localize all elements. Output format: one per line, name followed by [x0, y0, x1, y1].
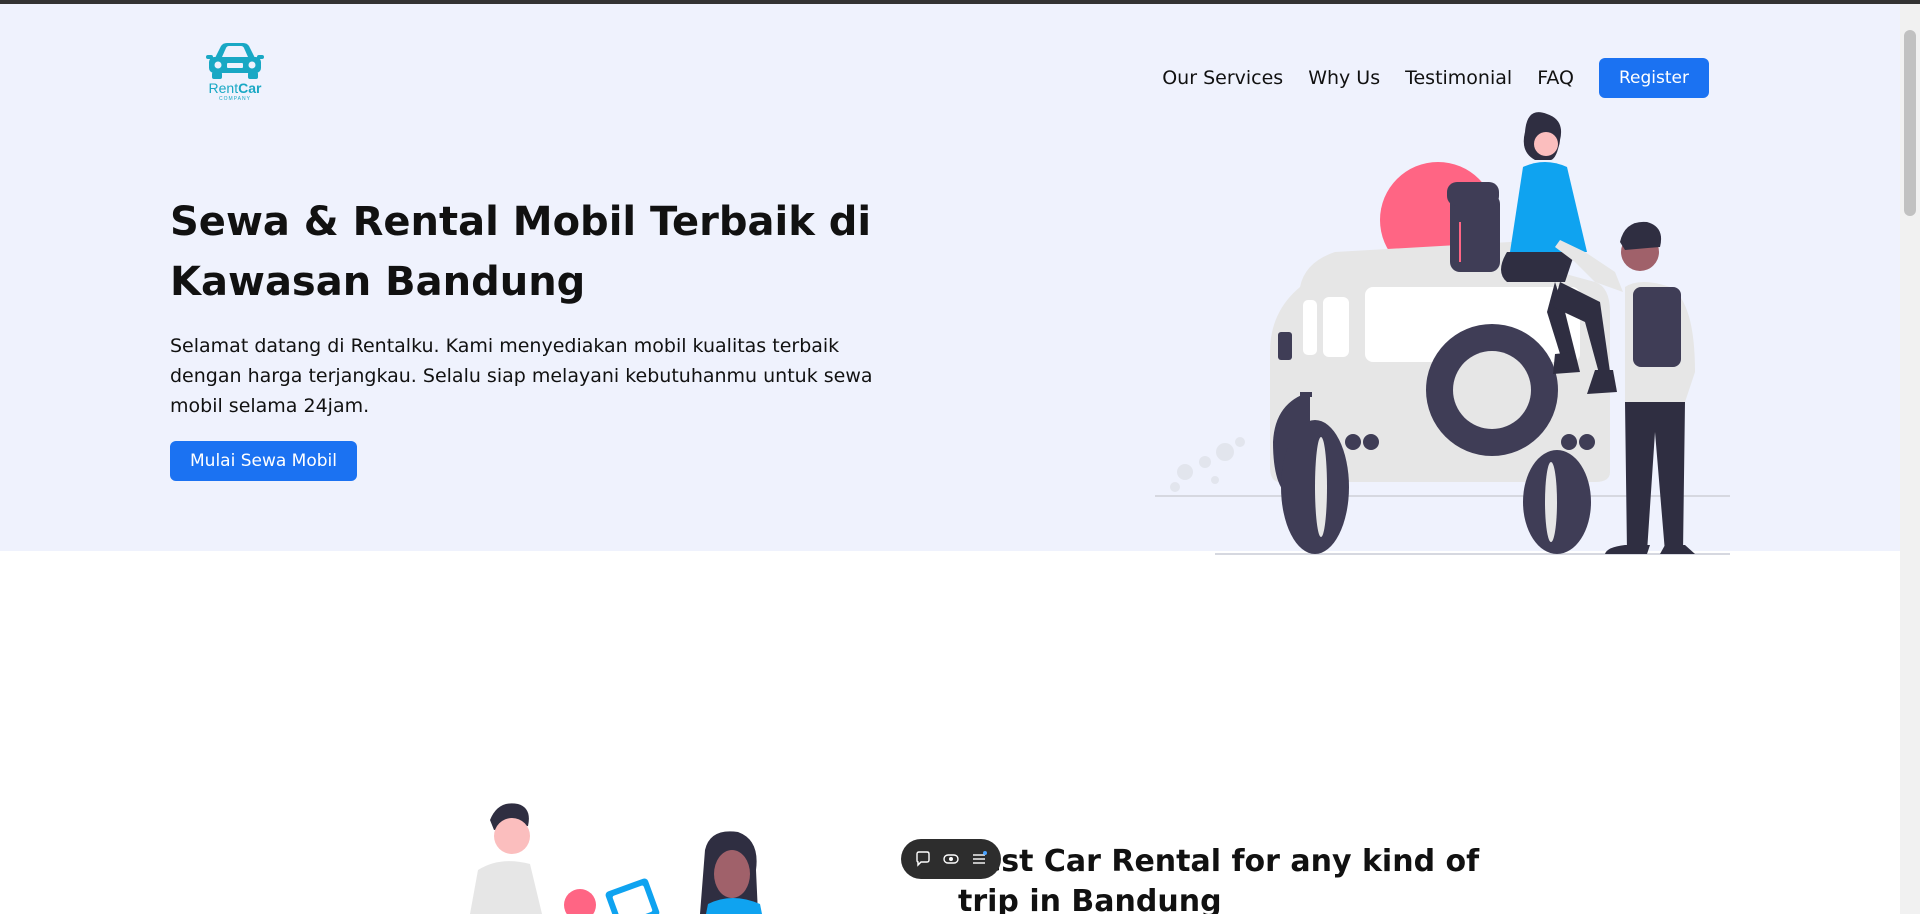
floating-toolbar [901, 839, 1001, 879]
nav-link-our-services[interactable]: Our Services [1162, 67, 1283, 89]
hero-title: Sewa & Rental Mobil Terbaik di Kawasan B… [170, 199, 872, 305]
nav-link-testimonial[interactable]: Testimonial [1405, 67, 1512, 89]
brand-name: RentCar [208, 80, 262, 96]
chat-icon[interactable] [913, 849, 933, 869]
start-rent-button[interactable]: Mulai Sewa Mobil [170, 441, 357, 481]
eye-icon[interactable] [941, 849, 961, 869]
section2-people-illustration [470, 803, 762, 914]
brand-logo[interactable]: RentCar COMPANY [203, 40, 267, 110]
brand-tagline: COMPANY [219, 96, 251, 102]
hero-car-illustration [1155, 112, 1730, 555]
register-button[interactable]: Register [1599, 58, 1709, 98]
section2-title: Best Car Rental for any kind of trip in … [958, 844, 1480, 914]
nav-link-why-us[interactable]: Why Us [1308, 67, 1380, 89]
scrollbar-thumb[interactable] [1904, 30, 1916, 216]
page-scrollbar[interactable] [1900, 4, 1920, 914]
hero-description: Selamat datang di Rentalku. Kami menyedi… [170, 335, 873, 417]
menu-icon[interactable] [969, 849, 989, 869]
hero-section: RentCar COMPANY Our Services Why Us Test… [0, 4, 1900, 555]
main-nav: Our Services Why Us Testimonial FAQ Regi… [1137, 58, 1709, 98]
car-logo-icon [206, 43, 264, 79]
nav-link-faq[interactable]: FAQ [1537, 67, 1574, 89]
